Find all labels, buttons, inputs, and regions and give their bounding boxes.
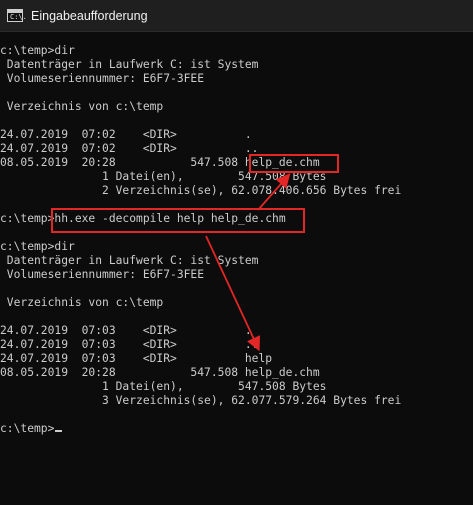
highlight-box-chm-file: [249, 154, 339, 173]
console-line: 1 Datei(en), 547.508 Bytes: [0, 380, 327, 393]
console-line: 24.07.2019 07:02 <DIR> ..: [0, 142, 259, 155]
console-line: c:\temp>dir: [0, 44, 75, 57]
console-line: 2 Verzeichnis(se), 62.078.406.656 Bytes …: [0, 184, 402, 197]
console-line: Volumeseriennummer: E6F7-3FEE: [0, 72, 205, 85]
highlight-box-command: [51, 208, 305, 233]
console-line: c:\temp>dir: [0, 240, 75, 253]
console-line: 24.07.2019 07:03 <DIR> help: [0, 352, 273, 365]
console-line: Datenträger in Laufwerk C: ist System: [0, 254, 259, 267]
console-line: Datenträger in Laufwerk C: ist System: [0, 58, 259, 71]
console-line: 24.07.2019 07:03 <DIR> ..: [0, 338, 259, 351]
console-prompt-line[interactable]: c:\temp>: [0, 422, 63, 436]
console-line: 3 Verzeichnis(se), 62.077.579.264 Bytes …: [0, 394, 402, 407]
cmd-icon: C:\.: [7, 9, 27, 22]
console-line: Verzeichnis von c:\temp: [0, 100, 164, 113]
text-cursor: [55, 430, 63, 432]
console-output[interactable]: c:\temp>dir Datenträger in Laufwerk C: i…: [0, 44, 473, 499]
console-line: 24.07.2019 07:02 <DIR> .: [0, 128, 252, 141]
console-line: 24.07.2019 07:03 <DIR> .: [0, 324, 252, 337]
title-bar[interactable]: C:\. Eingabeaufforderung: [0, 0, 473, 32]
console-line: Volumeseriennummer: E6F7-3FEE: [0, 268, 205, 281]
console-line: Verzeichnis von c:\temp: [0, 296, 164, 309]
prompt-text: c:\temp>: [0, 422, 55, 435]
console-line: 08.05.2019 20:28 547.508 help_de.chm: [0, 366, 320, 379]
window-title: Eingabeaufforderung: [31, 8, 148, 23]
console-window: C:\. Eingabeaufforderung c:\temp>dir Dat…: [0, 0, 473, 505]
